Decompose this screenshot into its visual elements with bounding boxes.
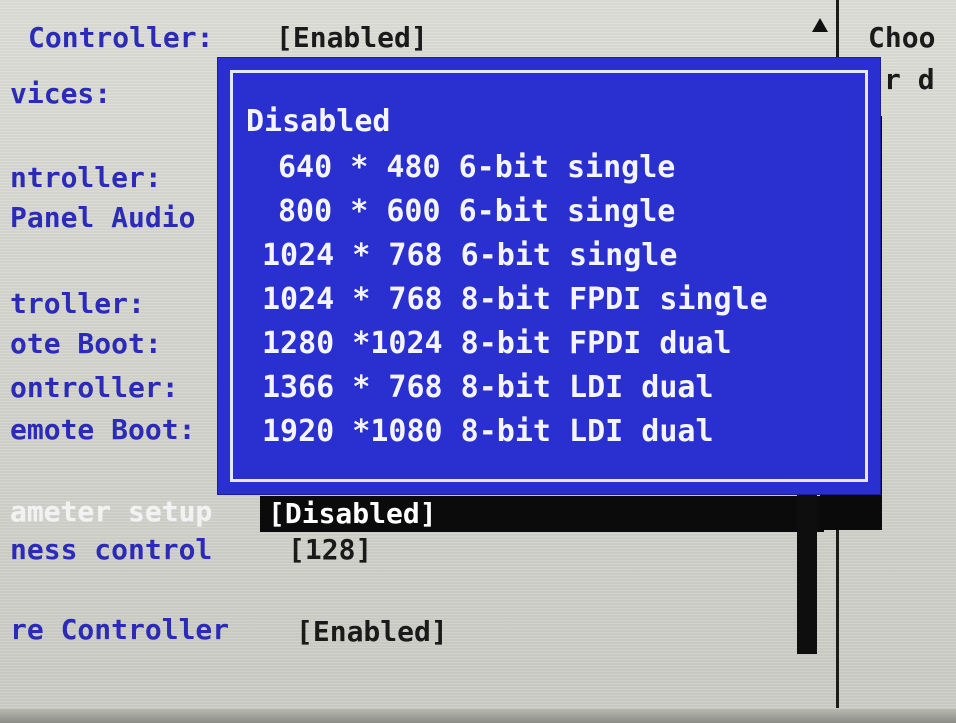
label-controller: Controller: xyxy=(28,21,214,54)
popup-option-1920x1080[interactable]: 1920 *1080 8-bit LDI dual xyxy=(262,414,714,450)
bios-screen: Controller: vices: ntroller: Panel Audio… xyxy=(0,0,956,723)
label-ware-controller: re Controller xyxy=(10,613,230,646)
popup-option-disabled[interactable]: Disabled xyxy=(246,104,391,140)
help-line-1: Choo xyxy=(868,21,936,54)
label-controller-3: troller: xyxy=(10,287,145,320)
popup-option-1280x1024[interactable]: 1280 *1024 8-bit FPDI dual xyxy=(262,326,732,362)
value-brightness[interactable]: [128] xyxy=(288,532,372,568)
label-controller-2: ntroller: xyxy=(10,161,162,194)
label-devices: vices: xyxy=(10,77,112,110)
help-line-2: r d xyxy=(884,63,935,96)
label-controller-4: ontroller: xyxy=(10,371,179,404)
popup-option-1024x768-8bit[interactable]: 1024 * 768 8-bit FPDI single xyxy=(262,282,768,318)
value-parameter-setup[interactable]: [Disabled] xyxy=(260,496,824,532)
bottom-bar xyxy=(0,709,956,723)
label-remote-boot-2: emote Boot: xyxy=(10,413,196,446)
popup-option-1024x768-6bit[interactable]: 1024 * 768 6-bit single xyxy=(262,238,677,274)
resolution-popup[interactable]: Disabled 640 * 480 6-bit single 800 * 60… xyxy=(218,58,880,494)
up-arrow-icon[interactable] xyxy=(812,18,828,32)
label-remote-boot: ote Boot: xyxy=(10,327,162,360)
value-controller-enabled[interactable]: [Enabled] xyxy=(276,20,428,56)
label-brightness-control: ness control xyxy=(10,533,213,566)
label-parameter-setup: ameter setup xyxy=(10,495,213,528)
popup-option-1366x768[interactable]: 1366 * 768 8-bit LDI dual xyxy=(262,370,714,406)
value-ware-controller[interactable]: [Enabled] xyxy=(296,614,448,650)
popup-option-640x480[interactable]: 640 * 480 6-bit single xyxy=(278,150,675,186)
label-panel-audio: Panel Audio xyxy=(10,201,196,234)
popup-option-800x600[interactable]: 800 * 600 6-bit single xyxy=(278,194,675,230)
